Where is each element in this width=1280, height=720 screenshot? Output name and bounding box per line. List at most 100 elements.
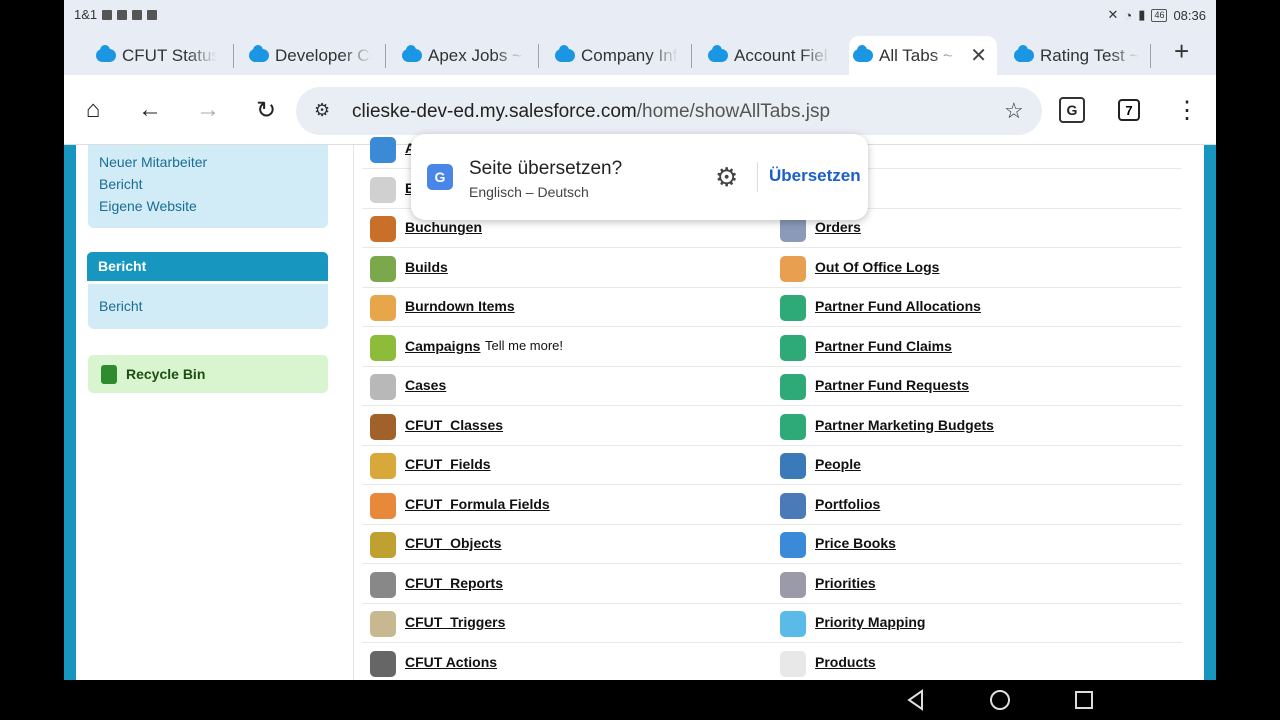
sidebar-link[interactable]: Eigene Website xyxy=(88,195,328,217)
salesforce-cloud-icon xyxy=(853,45,873,62)
object-tab-icon xyxy=(370,295,396,321)
object-tab-link[interactable]: CFUT_Classes xyxy=(405,417,503,433)
object-tab-link[interactable]: CFUT_Fields xyxy=(405,456,491,472)
gear-icon[interactable]: ⚙ xyxy=(715,162,738,193)
tab-list-row: CFUT_Triggers xyxy=(362,604,772,643)
tab-list-row: Priority Mapping xyxy=(772,604,1182,643)
sidebar-link[interactable]: Neuer Mitarbeiter xyxy=(88,151,328,173)
sidebar-box-create: Neuer Mitarbeiter Bericht Eigene Website xyxy=(88,145,328,228)
tab-list-row: CFUT_Classes xyxy=(362,407,772,446)
signal-icon: ▮ xyxy=(1138,7,1146,22)
browser-screen: 1&1 ✕ ◔ ▮ 46 08:36 CFUT Status Developer… xyxy=(64,0,1216,680)
tab-list-row: Priorities xyxy=(772,565,1182,604)
sidebar-link[interactable]: Bericht xyxy=(88,295,328,317)
video-icon xyxy=(102,9,113,20)
tab-list-row: Out Of Office Logs xyxy=(772,249,1182,288)
tab-strip: CFUT Status Developer Co Apex Jobs ~ Com… xyxy=(64,30,1216,75)
object-tab-link[interactable]: CFUT_Reports xyxy=(405,575,503,591)
nav-recents-icon[interactable] xyxy=(1072,688,1096,712)
object-tab-link[interactable]: Partner Fund Allocations xyxy=(815,298,981,314)
object-tab-icon xyxy=(370,255,396,282)
close-tab-icon[interactable]: ✕ xyxy=(970,43,987,68)
carrier-label: 1&1 xyxy=(74,7,98,22)
tab-developer-console[interactable]: Developer Co xyxy=(245,36,372,75)
nav-home-icon[interactable] xyxy=(988,688,1012,712)
reload-icon[interactable]: ↻ xyxy=(251,95,281,125)
object-tab-link[interactable]: CFUT_Formula Fields xyxy=(405,496,550,512)
object-tab-link[interactable]: Campaigns xyxy=(405,338,480,354)
url-text: clieske-dev-ed.my.salesforce.com/home/sh… xyxy=(352,101,830,123)
object-tab-link[interactable]: People xyxy=(815,456,861,472)
object-tab-link[interactable]: CFUT_Objects xyxy=(405,535,501,551)
salesforce-cloud-icon xyxy=(555,45,575,62)
translate-button[interactable]: Übersetzen xyxy=(769,166,861,186)
object-tab-link[interactable]: Portfolios xyxy=(815,496,880,512)
object-tab-icon xyxy=(780,650,806,677)
object-tab-icon xyxy=(780,611,806,637)
recycle-bin-link[interactable]: Recycle Bin xyxy=(88,355,328,393)
object-tab-link[interactable]: Priority Mapping xyxy=(815,614,925,630)
salesforce-cloud-icon xyxy=(96,45,116,62)
object-tab-link[interactable]: Out Of Office Logs xyxy=(815,259,939,275)
tab-company-info[interactable]: Company Info xyxy=(551,36,678,75)
salesforce-cloud-icon xyxy=(708,45,728,62)
tab-list-row: Partner Fund Claims xyxy=(772,328,1182,367)
object-tab-icon xyxy=(780,571,806,598)
home-icon[interactable]: ⌂ xyxy=(78,95,108,125)
salesforce-cloud-icon xyxy=(1014,45,1034,62)
notification-icon xyxy=(117,9,128,20)
tell-me-more-link[interactable]: Tell me more! xyxy=(485,338,563,353)
more-menu-icon[interactable]: ⋮ xyxy=(1172,95,1202,125)
tab-list-row: Partner Fund Requests xyxy=(772,367,1182,406)
object-tab-link[interactable]: CFUT_Triggers xyxy=(405,614,505,630)
tab-cfut-status[interactable]: CFUT Status xyxy=(92,36,217,75)
tab-list-row: Price Books xyxy=(772,525,1182,564)
tab-switcher-button[interactable]: 7 xyxy=(1118,99,1140,121)
object-tab-icon xyxy=(780,492,806,519)
object-tab-icon xyxy=(370,334,396,361)
object-tab-icon xyxy=(780,374,806,400)
url-path: /home/showAllTabs.jsp xyxy=(636,101,831,122)
tab-list-row: Partner Marketing Budgets xyxy=(772,407,1182,446)
object-tab-link[interactable]: Price Books xyxy=(815,535,896,551)
forward-icon[interactable]: → xyxy=(193,95,223,125)
nav-back-icon[interactable] xyxy=(904,688,928,712)
recycle-bin-icon xyxy=(101,365,117,384)
mail-icon xyxy=(132,9,143,20)
tab-rating-test[interactable]: Rating Test ~ xyxy=(1010,36,1140,75)
translate-icon[interactable]: G xyxy=(1057,95,1087,125)
object-tab-link[interactable]: Products xyxy=(815,654,876,670)
object-tab-link[interactable]: Cases xyxy=(405,377,446,393)
address-bar[interactable]: ⚙ clieske-dev-ed.my.salesforce.com/home/… xyxy=(296,87,1042,135)
object-tab-link[interactable]: Buchungen xyxy=(405,219,482,235)
object-tab-link[interactable]: Partner Fund Claims xyxy=(815,338,952,354)
object-tab-link[interactable]: Burndown Items xyxy=(405,298,515,314)
tab-list-row: CFUT_Reports xyxy=(362,565,772,604)
tab-list-row: Portfolios xyxy=(772,486,1182,525)
tab-all-tabs[interactable]: All Tabs ~ ✕ xyxy=(849,36,997,75)
new-tab-icon[interactable]: + xyxy=(1174,36,1189,67)
object-tab-link[interactable]: Priorities xyxy=(815,575,876,591)
object-tab-link[interactable]: CFUT Actions xyxy=(405,654,497,670)
translate-title: Seite übersetzen? xyxy=(469,158,623,179)
google-translate-icon: G xyxy=(427,164,453,190)
bookmark-star-icon[interactable]: ☆ xyxy=(1004,98,1024,124)
tab-list-row: People xyxy=(772,446,1182,485)
sidebar-link[interactable]: Bericht xyxy=(88,173,328,195)
object-tab-link[interactable]: Orders xyxy=(815,219,861,235)
status-bar: 1&1 ✕ ◔ ▮ 46 08:36 xyxy=(64,0,1216,30)
object-tab-icon xyxy=(370,216,396,242)
clock: 08:36 xyxy=(1173,7,1206,23)
tab-apex-jobs[interactable]: Apex Jobs ~ xyxy=(398,36,525,75)
recycle-bin-label: Recycle Bin xyxy=(126,366,206,382)
tab-account-fields[interactable]: Account Fiel xyxy=(704,36,831,75)
page-border-left xyxy=(64,145,76,680)
object-tab-link[interactable]: Partner Fund Requests xyxy=(815,377,969,393)
object-tab-link[interactable]: Builds xyxy=(405,259,448,275)
back-icon[interactable]: ← xyxy=(135,95,165,125)
tab-list-row: Partner Fund Allocations xyxy=(772,288,1182,327)
site-settings-icon[interactable]: ⚙ xyxy=(314,100,330,121)
sidebar-box-report: Bericht xyxy=(88,284,328,329)
object-tab-link[interactable]: Partner Marketing Budgets xyxy=(815,417,994,433)
salesforce-cloud-icon xyxy=(402,45,422,62)
